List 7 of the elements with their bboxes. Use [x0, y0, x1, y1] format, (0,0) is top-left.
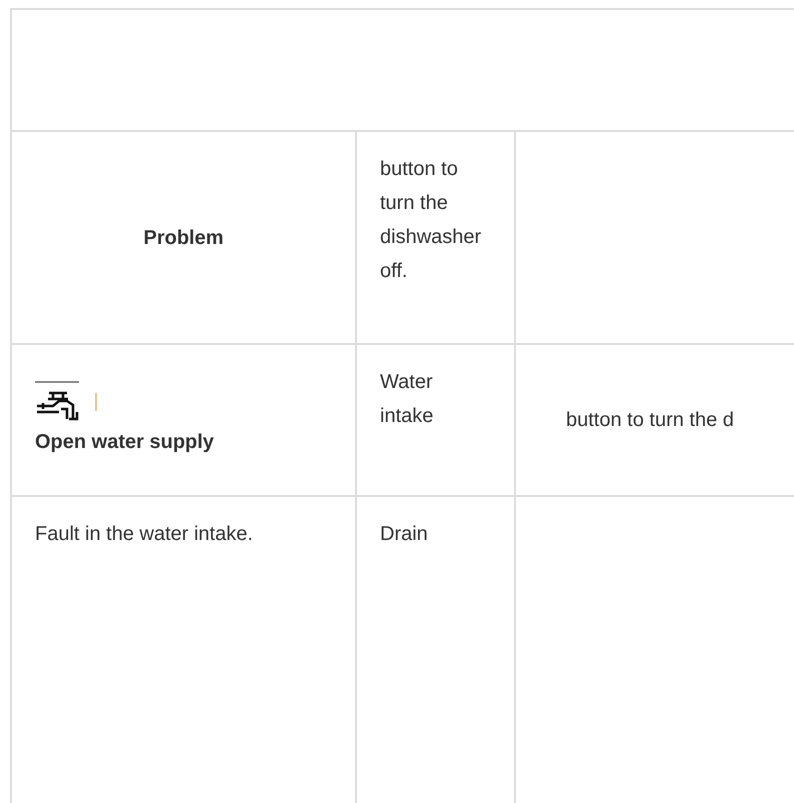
table-cell-text: button to turn the dishwasher off. — [380, 158, 482, 282]
table-cell-text: button to turn the d — [566, 409, 734, 431]
table-cell-text: Open water supply — [35, 431, 214, 453]
table-cell-text: Fault in the water intake. — [35, 523, 253, 545]
table-cell-text: Drain — [380, 523, 428, 545]
table-cell-text: Water intake — [380, 371, 434, 427]
table-cell-text: Problem — [143, 226, 224, 248]
